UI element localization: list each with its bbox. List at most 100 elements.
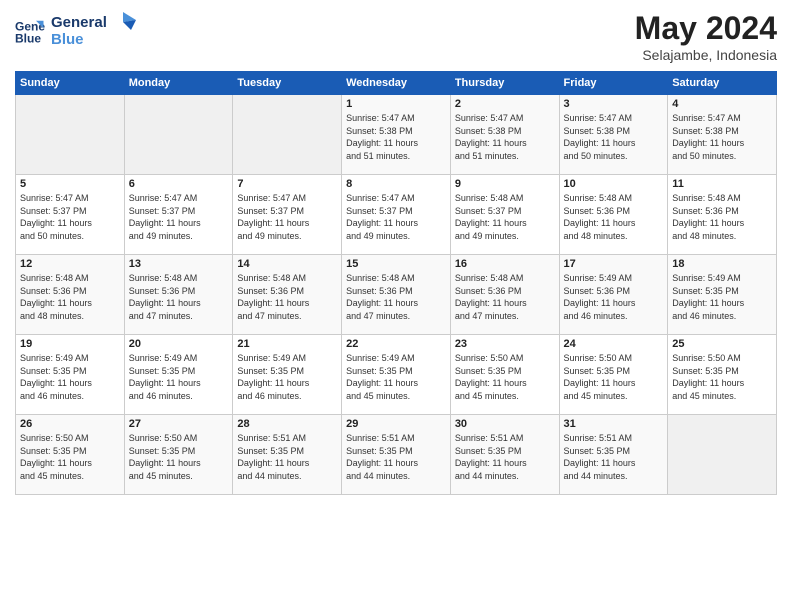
table-row: 20 Sunrise: 5:49 AMSunset: 5:35 PMDayligh…: [124, 335, 233, 415]
table-row: 18Sunrise: 5:49 AMSunset: 5:35 PMDayligh…: [668, 255, 777, 335]
day-number: 19: [20, 338, 120, 350]
day-number: 22: [346, 338, 446, 350]
table-row: 26 Sunrise: 5:50 AMSunset: 5:35 PMDayligh…: [16, 415, 125, 495]
day-number: 13: [129, 258, 229, 270]
table-row: 9 Sunrise: 5:48 AMSunset: 5:37 PMDaylight…: [450, 175, 559, 255]
day-number: 9: [455, 178, 555, 190]
table-row: 7 Sunrise: 5:47 AMSunset: 5:37 PMDaylight…: [233, 175, 342, 255]
day-info: Sunrise: 5:51 AMSunset: 5:35 PMDaylight:…: [564, 432, 664, 482]
day-number: 8: [346, 178, 446, 190]
table-row: 17Sunrise: 5:49 AMSunset: 5:36 PMDayligh…: [559, 255, 668, 335]
table-row: 12 Sunrise: 5:48 AMSunset: 5:36 PMDayligh…: [16, 255, 125, 335]
table-row: 31 Sunrise: 5:51 AMSunset: 5:35 PMDayligh…: [559, 415, 668, 495]
table-row: 4 Sunrise: 5:47 AMSunset: 5:38 PMDaylight…: [668, 95, 777, 175]
day-info: Sunrise: 5:48 AMSunset: 5:36 PMDaylight:…: [564, 192, 664, 242]
day-info: Sunrise: 5:48 AMSunset: 5:36 PMDaylight:…: [672, 192, 772, 242]
calendar: Sunday Monday Tuesday Wednesday Thursday…: [15, 71, 777, 495]
calendar-week-row: 26 Sunrise: 5:50 AMSunset: 5:35 PMDayligh…: [16, 415, 777, 495]
day-info: Sunrise: 5:47 AMSunset: 5:38 PMDaylight:…: [564, 112, 664, 162]
day-info: Sunrise: 5:48 AMSunset: 5:37 PMDaylight:…: [455, 192, 555, 242]
day-number: 6: [129, 178, 229, 190]
day-number: 16: [455, 258, 555, 270]
day-number: 25: [672, 338, 772, 350]
table-row: 11 Sunrise: 5:48 AMSunset: 5:36 PMDayligh…: [668, 175, 777, 255]
day-info: Sunrise: 5:48 AMSunset: 5:36 PMDaylight:…: [20, 272, 120, 322]
table-row: 14 Sunrise: 5:48 AMSunset: 5:36 PMDayligh…: [233, 255, 342, 335]
table-row: 13Sunrise: 5:48 AMSunset: 5:36 PMDayligh…: [124, 255, 233, 335]
day-info: Sunrise: 5:47 AMSunset: 5:37 PMDaylight:…: [129, 192, 229, 242]
table-row: 22 Sunrise: 5:49 AMSunset: 5:35 PMDayligh…: [342, 335, 451, 415]
table-row: 15 Sunrise: 5:48 AMSunset: 5:36 PMDayligh…: [342, 255, 451, 335]
day-info: Sunrise: 5:48 AMSunset: 5:36 PMDaylight:…: [346, 272, 446, 322]
day-number: 12: [20, 258, 120, 270]
table-row: 16 Sunrise: 5:48 AMSunset: 5:36 PMDayligh…: [450, 255, 559, 335]
table-row: [124, 95, 233, 175]
day-number: 26: [20, 418, 120, 430]
day-info: Sunrise: 5:50 AMSunset: 5:35 PMDaylight:…: [564, 352, 664, 402]
title-area: May 2024 Selajambe, Indonesia: [635, 10, 777, 63]
location: Selajambe, Indonesia: [635, 47, 777, 63]
calendar-week-row: 5 Sunrise: 5:47 AMSunset: 5:37 PMDaylight…: [16, 175, 777, 255]
table-row: 5 Sunrise: 5:47 AMSunset: 5:37 PMDaylight…: [16, 175, 125, 255]
day-number: 2: [455, 98, 555, 110]
col-friday: Friday: [559, 72, 668, 95]
day-number: 7: [237, 178, 337, 190]
day-info: Sunrise: 5:47 AMSunset: 5:38 PMDaylight:…: [672, 112, 772, 162]
table-row: 10 Sunrise: 5:48 AMSunset: 5:36 PMDayligh…: [559, 175, 668, 255]
day-info: Sunrise: 5:49 AMSunset: 5:35 PMDaylight:…: [346, 352, 446, 402]
col-sunday: Sunday: [16, 72, 125, 95]
day-number: 29: [346, 418, 446, 430]
day-info: Sunrise: 5:49 AMSunset: 5:35 PMDaylight:…: [20, 352, 120, 402]
day-number: 15: [346, 258, 446, 270]
day-info: Sunrise: 5:47 AMSunset: 5:38 PMDaylight:…: [455, 112, 555, 162]
table-row: 3 Sunrise: 5:47 AMSunset: 5:38 PMDaylight…: [559, 95, 668, 175]
svg-text:General: General: [51, 14, 107, 31]
col-tuesday: Tuesday: [233, 72, 342, 95]
day-number: 3: [564, 98, 664, 110]
table-row: 27Sunrise: 5:50 AMSunset: 5:35 PMDayligh…: [124, 415, 233, 495]
day-info: Sunrise: 5:48 AMSunset: 5:36 PMDaylight:…: [455, 272, 555, 322]
day-number: 30: [455, 418, 555, 430]
day-info: Sunrise: 5:49 AMSunset: 5:36 PMDaylight:…: [564, 272, 664, 322]
logo-icon: General Blue: [15, 17, 45, 47]
table-row: 19 Sunrise: 5:49 AMSunset: 5:35 PMDayligh…: [16, 335, 125, 415]
day-info: Sunrise: 5:47 AMSunset: 5:37 PMDaylight:…: [20, 192, 120, 242]
day-number: 20: [129, 338, 229, 350]
day-number: 10: [564, 178, 664, 190]
col-monday: Monday: [124, 72, 233, 95]
day-number: 28: [237, 418, 337, 430]
day-number: 14: [237, 258, 337, 270]
day-info: Sunrise: 5:49 AMSunset: 5:35 PMDaylight:…: [129, 352, 229, 402]
day-number: 4: [672, 98, 772, 110]
table-row: [16, 95, 125, 175]
day-info: Sunrise: 5:47 AMSunset: 5:37 PMDaylight:…: [237, 192, 337, 242]
day-info: Sunrise: 5:48 AMSunset: 5:36 PMDaylight:…: [237, 272, 337, 322]
table-row: 23Sunrise: 5:50 AMSunset: 5:35 PMDayligh…: [450, 335, 559, 415]
table-row: 24 Sunrise: 5:50 AMSunset: 5:35 PMDayligh…: [559, 335, 668, 415]
day-number: 31: [564, 418, 664, 430]
day-info: Sunrise: 5:47 AMSunset: 5:37 PMDaylight:…: [346, 192, 446, 242]
day-number: 1: [346, 98, 446, 110]
day-info: Sunrise: 5:51 AMSunset: 5:35 PMDaylight:…: [346, 432, 446, 482]
calendar-week-row: 19 Sunrise: 5:49 AMSunset: 5:35 PMDayligh…: [16, 335, 777, 415]
day-info: Sunrise: 5:49 AMSunset: 5:35 PMDaylight:…: [672, 272, 772, 322]
calendar-header-row: Sunday Monday Tuesday Wednesday Thursday…: [16, 72, 777, 95]
svg-text:Blue: Blue: [15, 31, 41, 45]
col-saturday: Saturday: [668, 72, 777, 95]
table-row: 1 Sunrise: 5:47 AMSunset: 5:38 PMDaylight…: [342, 95, 451, 175]
page: General Blue General Blue May 2024 Selaj…: [0, 0, 792, 612]
day-info: Sunrise: 5:49 AMSunset: 5:35 PMDaylight:…: [237, 352, 337, 402]
day-info: Sunrise: 5:50 AMSunset: 5:35 PMDaylight:…: [20, 432, 120, 482]
logo: General Blue General Blue: [15, 10, 141, 53]
month-title: May 2024: [635, 10, 777, 47]
table-row: 28Sunrise: 5:51 AMSunset: 5:35 PMDayligh…: [233, 415, 342, 495]
day-number: 5: [20, 178, 120, 190]
table-row: 25 Sunrise: 5:50 AMSunset: 5:35 PMDayligh…: [668, 335, 777, 415]
day-number: 24: [564, 338, 664, 350]
day-number: 11: [672, 178, 772, 190]
day-number: 23: [455, 338, 555, 350]
day-info: Sunrise: 5:50 AMSunset: 5:35 PMDaylight:…: [672, 352, 772, 402]
day-info: Sunrise: 5:47 AMSunset: 5:38 PMDaylight:…: [346, 112, 446, 162]
calendar-week-row: 12 Sunrise: 5:48 AMSunset: 5:36 PMDayligh…: [16, 255, 777, 335]
table-row: 8 Sunrise: 5:47 AMSunset: 5:37 PMDaylight…: [342, 175, 451, 255]
